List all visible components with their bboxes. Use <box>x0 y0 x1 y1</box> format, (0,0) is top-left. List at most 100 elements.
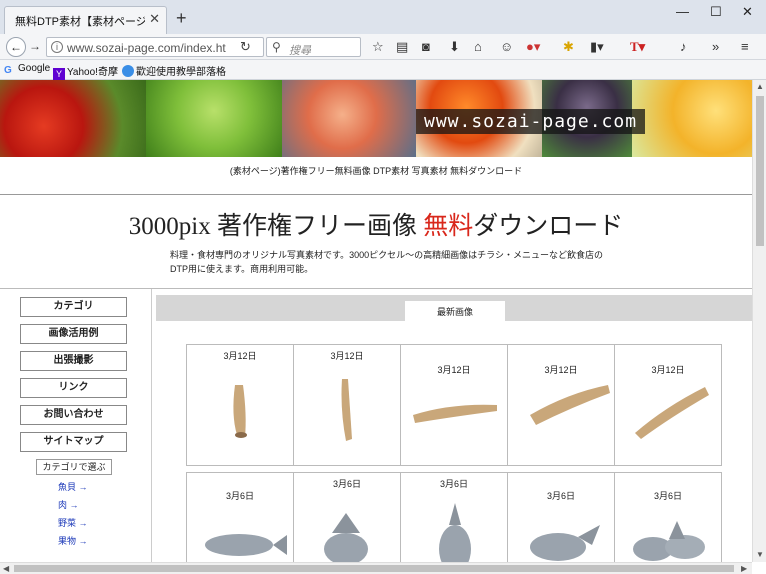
bookmark-yahoo[interactable]: Y Yahoo!奇摩 <box>53 63 118 80</box>
image-card[interactable]: 3月12日 <box>186 344 294 466</box>
category-link-meat[interactable]: 肉 → <box>58 498 79 511</box>
bookmarks-bar: G Google Y Yahoo!奇摩 歡迎使用教學部落格 <box>0 60 766 80</box>
site-description: 料理・食材専門のオリジナル写真素材です。3000ピクセル〜の高精細画像はチラシ・… <box>170 250 603 274</box>
page-title: 3000pix 著作権フリー画像 無料ダウンロード <box>0 206 752 242</box>
scroll-thumb[interactable] <box>14 565 734 572</box>
category-select-label: カテゴリで選ぶ <box>36 459 112 475</box>
sidebar-btn-shooting[interactable]: 出張撮影 <box>20 351 127 371</box>
search-input[interactable]: ⚲ 搜尋 <box>266 37 361 57</box>
site-subtitle: (素材ページ)著作権フリー無料画像 DTP素材 写真素材 無料ダウンロード <box>229 166 523 176</box>
image-date: 3月6日 <box>439 479 468 489</box>
chat-icon[interactable]: ☺ <box>500 39 513 54</box>
scroll-left-icon[interactable]: ◀ <box>3 564 9 573</box>
bookmark-google[interactable]: G Google <box>4 63 50 77</box>
image-date: 3月12日 <box>544 365 578 375</box>
web-page: www.sozai-page.com (素材ページ)著作権フリー無料画像 DTP… <box>0 80 752 562</box>
banner-tomato-image <box>0 80 146 157</box>
search-placeholder: 搜尋 <box>289 45 311 57</box>
minimize-icon[interactable]: — <box>676 4 689 19</box>
image-card[interactable]: 3月6日 <box>507 472 615 562</box>
sidebar-btn-category[interactable]: カテゴリ <box>20 297 127 317</box>
image-card[interactable]: 3月12日 <box>507 344 615 466</box>
image-date: 3月6日 <box>332 479 361 489</box>
close-window-icon[interactable]: ✕ <box>742 4 753 20</box>
scroll-right-icon[interactable]: ▶ <box>741 564 747 573</box>
forward-icon[interactable]: → <box>29 39 41 53</box>
banner-url-text: www.sozai-page.com <box>416 109 646 134</box>
download-icon[interactable]: ⬇ <box>449 39 460 55</box>
pocket-icon[interactable]: ◙ <box>422 39 430 54</box>
bookmark-star-icon[interactable]: ☆ <box>372 39 384 55</box>
category-link-fruit[interactable]: 果物 → <box>58 534 88 547</box>
title-text: 3000pix 著作権フリー画像 <box>128 213 424 240</box>
image-date: 3月6日 <box>225 491 254 501</box>
blog-icon <box>122 65 134 77</box>
sidebar-btn-links[interactable]: リンク <box>20 378 127 398</box>
image-date: 3月12日 <box>223 351 257 361</box>
image-card[interactable]: 3月6日 <box>614 472 722 562</box>
tab-title: 無料DTP素材【素材ページ… <box>15 16 145 28</box>
google-icon: G <box>4 65 12 76</box>
home-icon[interactable]: ⌂ <box>474 39 482 54</box>
sidebar-btn-sitemap[interactable]: サイトマップ <box>20 432 127 452</box>
tools-icon[interactable]: ♪ <box>680 39 687 54</box>
burdock-image <box>233 385 247 438</box>
sidebar-btn-examples[interactable]: 画像活用例 <box>20 324 127 344</box>
navigation-toolbar: ← → i www.sozai-page.com/index.ht ↻ ⚲ 搜尋… <box>0 34 766 60</box>
banner-citrus-image <box>632 80 752 157</box>
category-link-vegetable[interactable]: 野菜 → <box>58 516 88 529</box>
menu-icon[interactable]: ≡ <box>741 39 749 54</box>
maximize-icon[interactable]: ☐ <box>710 4 722 20</box>
image-card[interactable]: 3月6日 <box>293 472 401 562</box>
image-date: 3月12日 <box>651 365 685 375</box>
fish-image <box>205 534 287 556</box>
browser-tab[interactable]: 無料DTP素材【素材ページ… ✕ <box>4 6 167 34</box>
tab-latest-images[interactable]: 最新画像 <box>405 301 505 323</box>
horizontal-scrollbar[interactable]: ◀ ▶ <box>0 562 752 574</box>
header-banner[interactable]: www.sozai-page.com <box>0 80 752 157</box>
scroll-thumb[interactable] <box>756 96 764 246</box>
scroll-down-icon[interactable]: ▼ <box>756 550 764 559</box>
image-card[interactable]: 3月12日 <box>293 344 401 466</box>
url-bar[interactable]: i www.sozai-page.com/index.ht <box>46 37 264 57</box>
image-card[interactable]: 3月6日 <box>186 472 294 562</box>
info-icon[interactable]: i <box>51 41 63 53</box>
new-tab-button[interactable]: + <box>176 8 187 29</box>
title-free-text: 無料 <box>423 213 474 240</box>
burdock-image <box>341 379 352 441</box>
bookmark-label: Yahoo!奇摩 <box>67 67 118 78</box>
banner-shrimp-image <box>282 80 416 157</box>
divider <box>0 194 752 195</box>
clipboard-icon[interactable]: ▮▾ <box>590 39 604 55</box>
overflow-icon[interactable]: » <box>712 39 719 54</box>
url-text[interactable]: www.sozai-page.com/index.ht <box>67 41 226 55</box>
sidebar: カテゴリ 画像活用例 出張撮影 リンク お問い合わせ サイトマップ カテゴリで選… <box>0 289 152 562</box>
translate-t-icon[interactable]: T▾ <box>630 39 645 55</box>
extension-puzzle-icon[interactable]: ✱ <box>563 39 574 55</box>
tab-close-icon[interactable]: ✕ <box>149 11 160 27</box>
window-titlebar: 無料DTP素材【素材ページ… ✕ + — ☐ ✕ <box>0 0 766 34</box>
bookmark-label: 歡迎使用教學部落格 <box>136 67 226 78</box>
bookmark-blog[interactable]: 歡迎使用教學部落格 <box>122 63 226 78</box>
title-tail-text: ダウンロード <box>473 213 624 240</box>
image-card[interactable]: 3月6日 <box>400 472 508 562</box>
adblock-icon[interactable]: ●▾ <box>526 39 540 55</box>
scroll-up-icon[interactable]: ▲ <box>756 82 764 91</box>
fish-image <box>633 521 705 561</box>
image-date: 3月12日 <box>437 365 471 375</box>
image-date: 3月6日 <box>653 491 682 501</box>
sidebar-btn-contact[interactable]: お問い合わせ <box>20 405 127 425</box>
category-link-seafood[interactable]: 魚貝 → <box>58 480 88 493</box>
reader-icon[interactable]: ▤ <box>396 39 408 55</box>
bookmark-label: Google <box>18 63 51 74</box>
image-date: 3月6日 <box>546 491 575 501</box>
content-header: 最新画像 <box>156 295 752 323</box>
image-date: 3月12日 <box>330 351 364 361</box>
reload-icon[interactable]: ↻ <box>240 39 251 55</box>
image-card[interactable]: 3月12日 <box>614 344 722 466</box>
image-card[interactable]: 3月12日 <box>400 344 508 466</box>
yahoo-icon: Y <box>53 68 65 80</box>
back-button[interactable]: ← <box>6 37 26 57</box>
banner-lettuce-image <box>146 80 282 157</box>
vertical-scrollbar[interactable]: ▲ ▼ <box>752 80 766 562</box>
